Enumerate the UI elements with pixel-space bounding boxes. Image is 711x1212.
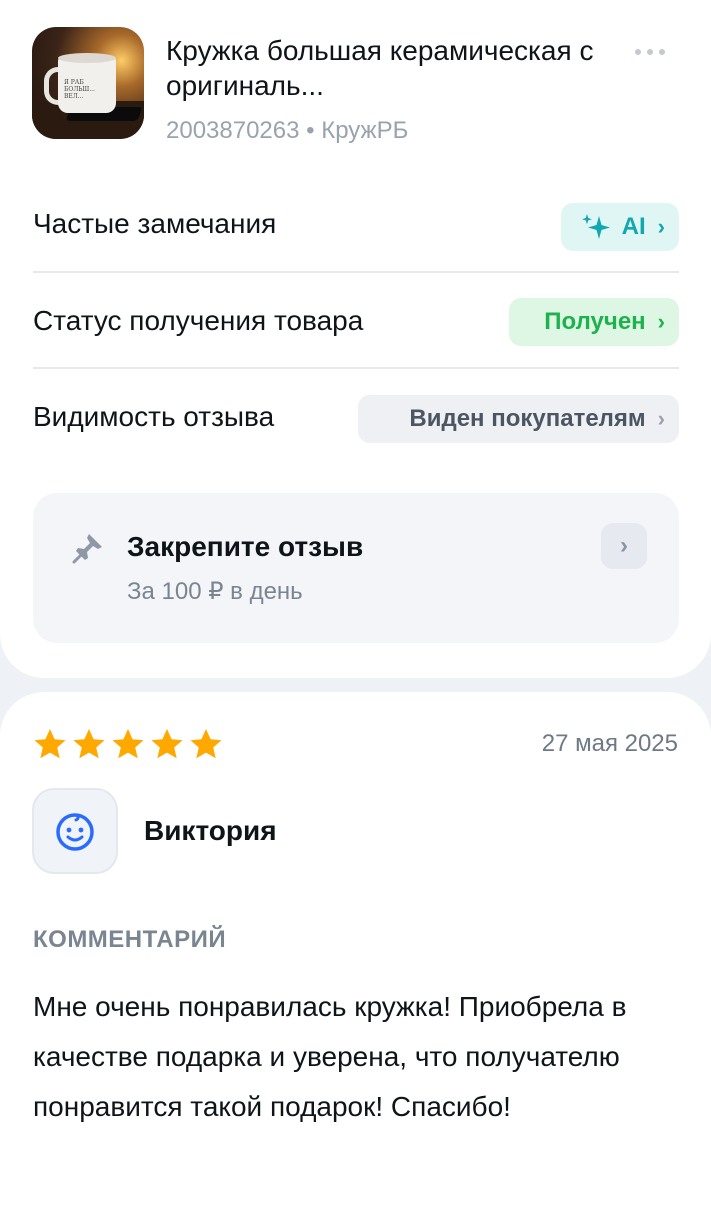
pin-review-title: Закрепите отзыв (127, 531, 364, 562)
rating-stars (32, 727, 224, 761)
avatar[interactable] (32, 788, 118, 874)
star-icon (73, 729, 105, 759)
star-icon (34, 729, 66, 759)
review-visibility-label: Виден покупателям (409, 405, 646, 432)
star-icon (190, 729, 222, 759)
comment-text: Мне очень понравилась кружка! Приобрела … (33, 991, 627, 1122)
chevron-right-icon: › (657, 214, 665, 239)
product-card: Я РАБ БОЛЬШ... ВЕЛ... Кружка большая кер… (0, 0, 711, 678)
smiley-face-icon (56, 813, 94, 851)
comment-heading: КОММЕНТАРИЙ (33, 926, 227, 953)
chevron-right-icon: › (620, 532, 628, 559)
product-title[interactable]: Кружка большая керамическая с оригиналь.… (166, 33, 626, 103)
receipt-status-label: Получен (544, 308, 646, 335)
thumbnail-mug-text: Я РАБ БОЛЬШ... ВЕЛ... (64, 79, 95, 100)
more-dot (635, 49, 641, 55)
row-label-frequent-remarks: Частые замечания (33, 208, 277, 239)
pin-review-card[interactable]: Закрепите отзыв За 100 ₽ в день › (33, 493, 679, 643)
product-thumbnail[interactable]: Я РАБ БОЛЬШ... ВЕЛ... (32, 27, 144, 139)
ai-remarks-button[interactable]: AI › (561, 203, 679, 251)
pin-icon (72, 534, 102, 564)
row-label-review-visibility: Видимость отзыва (33, 401, 275, 432)
sparkle-icon (581, 214, 610, 239)
chevron-right-icon: › (657, 406, 665, 431)
row-label-receipt-status: Статус получения товара (33, 305, 364, 336)
chevron-right-icon: › (657, 309, 665, 334)
more-dot (659, 49, 665, 55)
review-date: 27 мая 2025 (541, 730, 678, 757)
review-author[interactable]: Виктория (144, 815, 277, 847)
product-subtitle: 2003870263 • КружРБ (166, 117, 409, 144)
pin-review-price: За 100 ₽ в день (127, 578, 303, 605)
divider (33, 367, 679, 369)
star-icon (151, 729, 183, 759)
more-options-icon[interactable] (635, 45, 675, 59)
receipt-status-button[interactable]: Получен › (509, 298, 679, 346)
pin-review-chevron-button[interactable]: › (601, 523, 647, 569)
star-icon (112, 729, 144, 759)
review-visibility-button[interactable]: Виден покупателям › (358, 395, 679, 443)
divider (33, 271, 679, 273)
thumbnail-mug-rim (58, 53, 116, 63)
more-dot (647, 49, 653, 55)
ai-pill-label: AI (621, 213, 646, 240)
